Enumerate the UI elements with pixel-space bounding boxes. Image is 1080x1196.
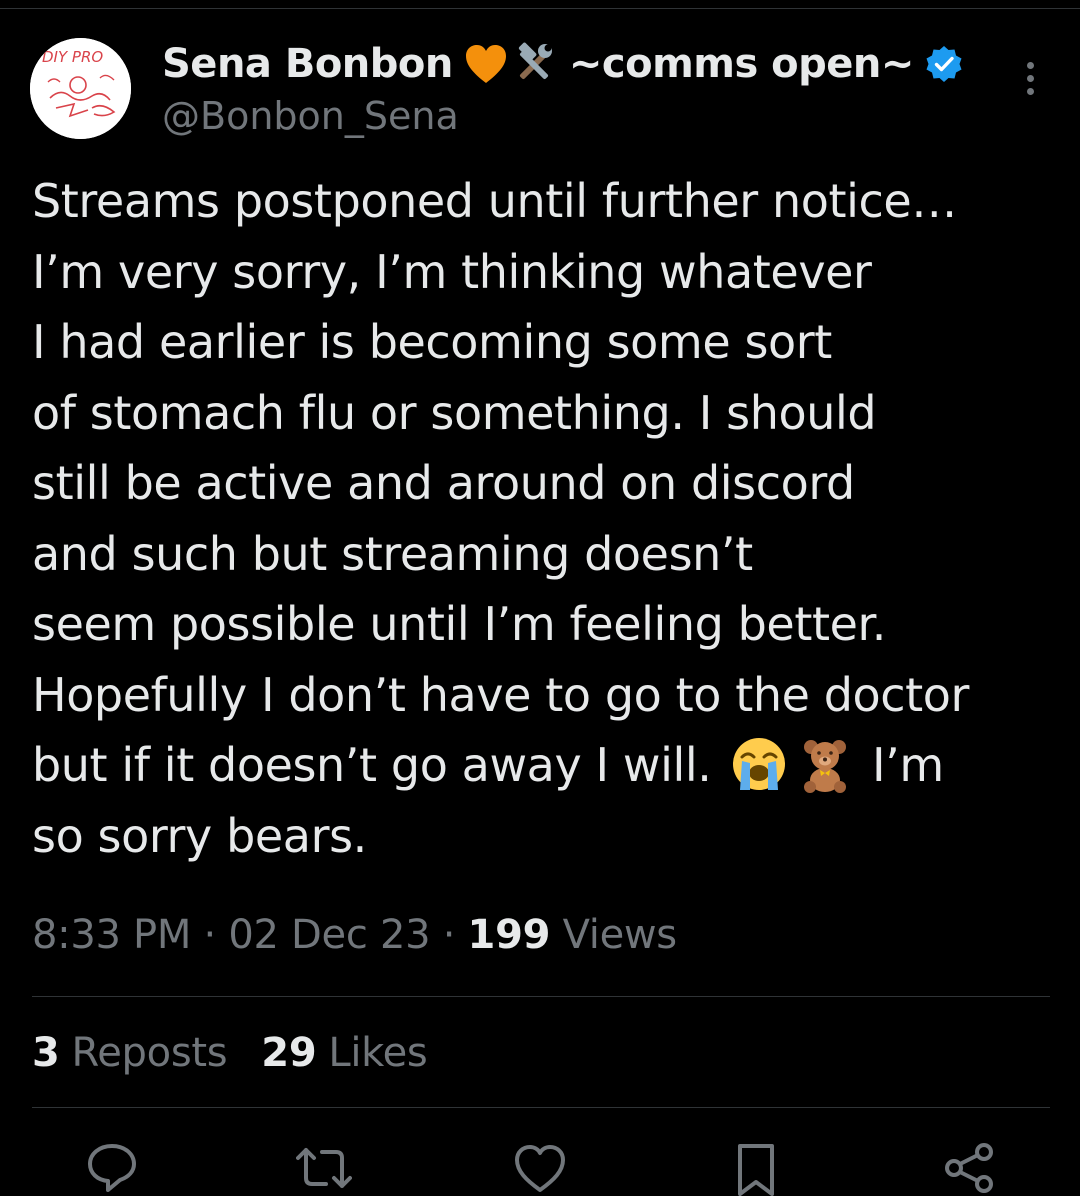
views-count: 199 [467,912,551,958]
share-icon[interactable] [940,1140,996,1196]
tweet-text: Streams postponed until further notice… … [32,166,1062,871]
likes-count: 29 [261,1030,317,1076]
reposts-stat[interactable]: 3 Reposts [32,1030,228,1076]
avatar-text: DIY PRO [42,48,103,66]
meta-separator: · [442,912,456,958]
tweet-meta: 8:33 PM · 02 Dec 23 · 199 Views [32,912,677,958]
orange-heart-icon [463,41,509,87]
tweet-time[interactable]: 8:33 PM [32,912,191,958]
more-dot-icon [1026,87,1034,95]
divider [32,996,1050,997]
likes-label: Likes [328,1030,428,1076]
tweet-text-segment: but if it doesn’t go away I will. [32,738,712,792]
more-dot-icon [1026,61,1034,69]
tweet-text-line: and such but streaming doesn’t [32,526,753,581]
tweet-text-line: of stomach flu or something. I should [32,385,877,440]
hammer-and-wrench-icon [511,41,557,87]
views-label: Views [562,912,678,958]
reposts-count: 3 [32,1030,60,1076]
meta-separator: · [203,912,217,958]
like-icon[interactable] [512,1140,568,1196]
avatar-drawing: DIY PRO [30,38,131,139]
tweet-text-segment: I’m [871,738,944,792]
loudly-crying-face-icon [730,735,788,793]
likes-stat[interactable]: 29 Likes [261,1030,427,1076]
teddy-bear-icon [796,735,854,793]
avatar[interactable]: DIY PRO [30,38,131,139]
tweet-text-line-with-emoji: but if it doesn’t go away I will. I’m [32,730,1062,801]
tweet-text-line: I’m very sorry, I’m thinking whatever [32,244,872,299]
reply-icon[interactable] [84,1140,140,1196]
author-name-row[interactable]: Sena Bonbon ~comms open~ [162,36,964,92]
tweet-text-line: seem possible until I’m feeling better. [32,597,887,651]
tweet-date[interactable]: 02 Dec 23 [228,912,430,958]
bookmark-icon[interactable] [728,1140,784,1196]
repost-icon[interactable] [296,1140,352,1196]
author-display-name[interactable]: Sena Bonbon [162,41,453,87]
top-divider [0,8,1080,9]
action-bar [0,1140,1080,1196]
verified-badge-icon[interactable] [924,44,964,84]
tweet-text-line: Streams postponed until further notice… [32,174,957,228]
reposts-label: Reposts [71,1030,228,1076]
author-handle[interactable]: @Bonbon_Sena [162,94,459,138]
author-name-suffix[interactable]: ~comms open~ [569,41,915,87]
tweet-text-line: still be active and around on discord [32,456,855,510]
divider [32,1107,1050,1108]
more-dot-icon [1026,74,1034,82]
tweet-text-line: I had earlier is becoming some sort [32,315,832,369]
tweet-text-line: so sorry bears. [32,808,367,863]
more-options-button[interactable] [1012,56,1048,100]
tweet-text-line: Hopefully I don’t have to go to the doct… [32,667,970,722]
tweet-stats: 3 Reposts 29 Likes [32,1030,428,1076]
